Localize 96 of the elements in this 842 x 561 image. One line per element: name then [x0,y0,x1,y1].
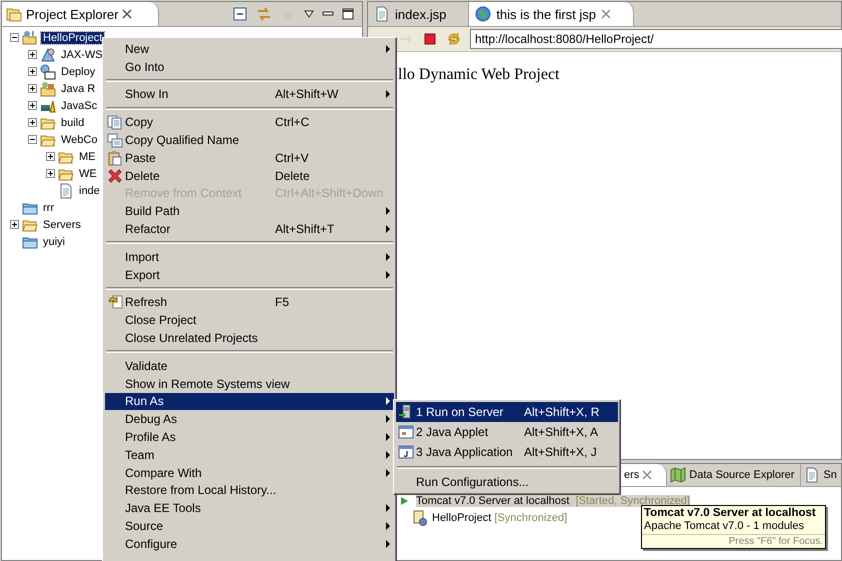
tree-item[interactable]: HelloProject [41,32,104,44]
expand-toggle[interactable] [28,135,37,144]
tree-item[interactable]: JavaSc [59,100,100,112]
applet-icon [398,424,414,440]
module-item[interactable]: HelloProject [Synchronized] [432,512,568,524]
expand-toggle[interactable] [46,152,55,161]
menu-item[interactable]: Show In Alt+Shift+W [105,86,394,104]
stop-icon[interactable] [422,31,438,47]
service-icon [40,46,56,62]
menu-item[interactable]: Import [105,248,394,266]
deployment-icon [40,64,56,80]
menu-item[interactable]: Source [105,517,394,535]
menu-item[interactable]: Run Configurations... [396,472,618,492]
menu-item[interactable]: Copy Qualified Name [105,131,394,149]
menu-item[interactable]: Show in Remote Systems view [105,374,394,393]
submenu-arrow-icon [386,90,390,98]
delete-icon [107,168,123,184]
map-icon [670,467,686,483]
menu-item[interactable]: Validate [105,356,394,375]
tree-item[interactable]: rrr [41,202,56,214]
submenu-arrow-icon [386,252,390,261]
menu-item[interactable]: New [105,40,394,58]
copy-icon [107,114,123,130]
tree-item[interactable]: inde [77,184,102,196]
project-folder-icon [22,30,38,46]
view-title: Project Explorer [26,6,118,22]
tree-item[interactable]: WebCo [59,134,100,146]
menu-item[interactable]: Configure [105,534,394,553]
view-menu-icon[interactable] [304,10,314,18]
page-icon [804,467,820,483]
menu-item[interactable]: Java EE Tools [105,499,394,518]
view-tab[interactable]: ers [621,464,668,486]
submenu-arrow-icon [386,225,390,234]
refresh-icon [107,294,123,310]
tooltip-title: Tomcat v7.0 Server at localhost [643,506,817,520]
page-text: llo Dynamic Web Project [398,66,560,83]
editor-tab[interactable]: this is the first jsp [469,2,634,26]
tree-item[interactable]: Java R [59,82,98,94]
tree-item[interactable]: Deploy [59,66,98,78]
submenu-arrow-icon [386,207,390,216]
close-icon[interactable] [122,9,132,19]
library-icon [40,80,56,96]
folders-icon [6,6,22,22]
submenu-arrow-icon [386,504,390,512]
view-tab[interactable]: Sn [801,464,842,486]
application-icon [398,444,414,460]
page-icon [374,6,390,22]
server-item[interactable]: Tomcat v7.0 Server at localhost [Started, Synchronized] [416,495,690,507]
tree-item[interactable]: JAX-WS [59,48,105,60]
tooltip-hint: Press "F6" for Focus. [642,534,825,548]
expand-toggle[interactable] [10,220,19,229]
menu-item[interactable]: 2 Java Applet Alt+Shift+X, A [396,422,618,442]
menu-item[interactable]: Build Path [105,202,394,220]
menu-item[interactable]: Delete Delete [105,166,394,185]
paste-icon [107,150,123,166]
menu-item[interactable]: Copy Ctrl+C [105,113,394,132]
tree-item[interactable]: yuiyi [41,236,68,248]
tree-item[interactable]: WE [77,168,99,180]
menu-item[interactable]: Refresh F5 [105,294,394,312]
menu-item[interactable]: Close Unrelated Projects [105,329,394,347]
tree-item[interactable]: Servers [41,218,83,230]
view-tab[interactable]: Project Explorer [2,2,160,26]
page-icon [58,182,74,198]
menu-item[interactable]: Paste Ctrl+V [105,148,394,167]
collapse-all-icon[interactable] [232,6,248,22]
menu-item[interactable]: 3 Java Application Alt+Shift+X, J [396,442,618,462]
menu-item[interactable]: Refactor Alt+Shift+T [105,220,394,238]
menu-item[interactable]: Run As [105,392,394,410]
expand-toggle[interactable] [28,101,37,110]
maximize-icon[interactable] [342,8,354,20]
expand-toggle[interactable] [46,169,55,178]
expand-toggle[interactable] [28,84,37,93]
submenu-arrow-icon [386,522,390,530]
submenu-arrow-icon [386,540,390,548]
expand-toggle[interactable] [28,50,37,59]
close-icon[interactable] [642,470,652,480]
url-field[interactable]: http://localhost:8080/HelloProject/ [470,29,842,49]
tree-item[interactable]: build [59,116,86,128]
globe-icon [475,6,492,22]
expand-toggle[interactable] [28,67,37,76]
refresh-icon[interactable] [446,31,462,47]
submenu-arrow-icon [386,270,390,279]
menu-item[interactable]: Restore from Local History... [105,482,394,500]
submenu-arrow-icon [386,44,390,53]
menu-item[interactable]: Export [105,266,394,284]
tooltip-text: Apache Tomcat v7.0 - 1 modules [643,520,805,534]
expand-toggle[interactable] [10,33,19,42]
menu-item[interactable]: Go Into [105,58,394,76]
copy-icon [107,132,123,148]
tree-item[interactable]: ME [77,150,98,162]
close-icon[interactable] [601,9,612,19]
menu-item[interactable]: Close Project [105,311,394,330]
module-icon [412,510,428,526]
view-tab[interactable]: Data Source Explorer [667,464,802,486]
expand-toggle[interactable] [28,118,37,127]
menu-item[interactable]: 1 Run on Server Alt+Shift+X, R [396,402,618,422]
